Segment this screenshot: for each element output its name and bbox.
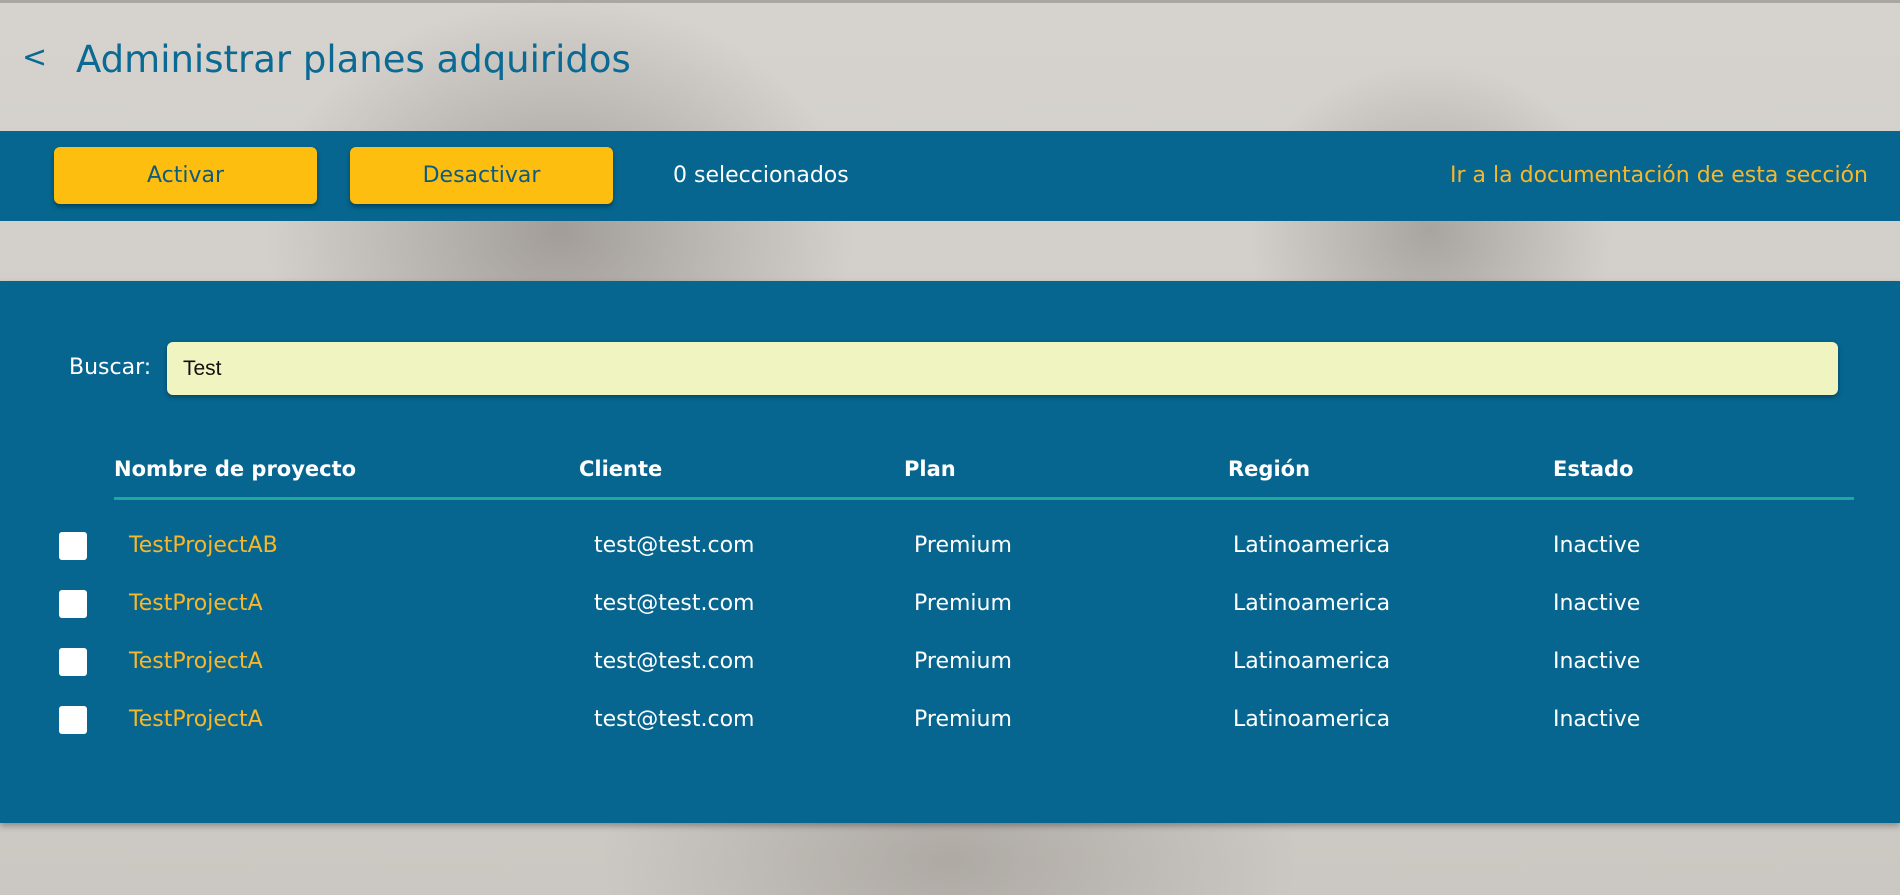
- column-header-plan[interactable]: Plan: [904, 457, 956, 481]
- back-button[interactable]: <: [22, 40, 47, 75]
- plan-cell: Premium: [914, 707, 1012, 732]
- project-link[interactable]: TestProjectA: [129, 648, 263, 676]
- project-link[interactable]: TestProjectAB: [129, 532, 278, 560]
- column-header-region[interactable]: Región: [1228, 457, 1310, 481]
- region-cell: Latinoamerica: [1233, 533, 1391, 558]
- plan-cell: Premium: [914, 649, 1012, 674]
- deactivate-button[interactable]: Desactivar: [350, 147, 613, 204]
- search-input[interactable]: [167, 342, 1838, 395]
- header-divider: [114, 497, 1854, 500]
- status-cell: Inactive: [1553, 591, 1641, 616]
- column-header-client[interactable]: Cliente: [579, 457, 662, 481]
- column-header-project[interactable]: Nombre de proyecto: [114, 457, 356, 481]
- row-checkbox[interactable]: [59, 648, 87, 676]
- column-header-status[interactable]: Estado: [1553, 457, 1634, 481]
- project-link[interactable]: TestProjectA: [129, 590, 263, 618]
- client-cell: test@test.com: [594, 707, 755, 732]
- client-cell: test@test.com: [594, 649, 755, 674]
- status-cell: Inactive: [1553, 707, 1641, 732]
- row-checkbox[interactable]: [59, 706, 87, 734]
- region-cell: Latinoamerica: [1233, 707, 1391, 732]
- region-cell: Latinoamerica: [1233, 649, 1391, 674]
- row-checkbox[interactable]: [59, 590, 87, 618]
- status-cell: Inactive: [1553, 649, 1641, 674]
- plan-cell: Premium: [914, 533, 1012, 558]
- page-title: Administrar planes adquiridos: [76, 38, 631, 81]
- project-link[interactable]: TestProjectA: [129, 706, 263, 734]
- plan-cell: Premium: [914, 591, 1012, 616]
- table-row: TestProjectA test@test.com Premium Latin…: [0, 648, 1900, 706]
- row-checkbox[interactable]: [59, 532, 87, 560]
- table-row: TestProjectAB test@test.com Premium Lati…: [0, 532, 1900, 590]
- plans-panel: Buscar: Nombre de proyecto Cliente Plan …: [0, 281, 1900, 823]
- status-cell: Inactive: [1553, 533, 1641, 558]
- client-cell: test@test.com: [594, 591, 755, 616]
- table-row: TestProjectA test@test.com Premium Latin…: [0, 706, 1900, 764]
- table-row: TestProjectA test@test.com Premium Latin…: [0, 590, 1900, 648]
- documentation-link[interactable]: Ir a la documentación de esta sección: [1450, 163, 1868, 188]
- region-cell: Latinoamerica: [1233, 591, 1391, 616]
- selected-count: 0 seleccionados: [673, 163, 849, 188]
- page-header: < Administrar planes adquiridos: [0, 0, 1900, 131]
- client-cell: test@test.com: [594, 533, 755, 558]
- search-label: Buscar:: [69, 355, 152, 380]
- activate-button[interactable]: Activar: [54, 147, 317, 204]
- action-toolbar: Activar Desactivar 0 seleccionados Ir a …: [0, 131, 1900, 221]
